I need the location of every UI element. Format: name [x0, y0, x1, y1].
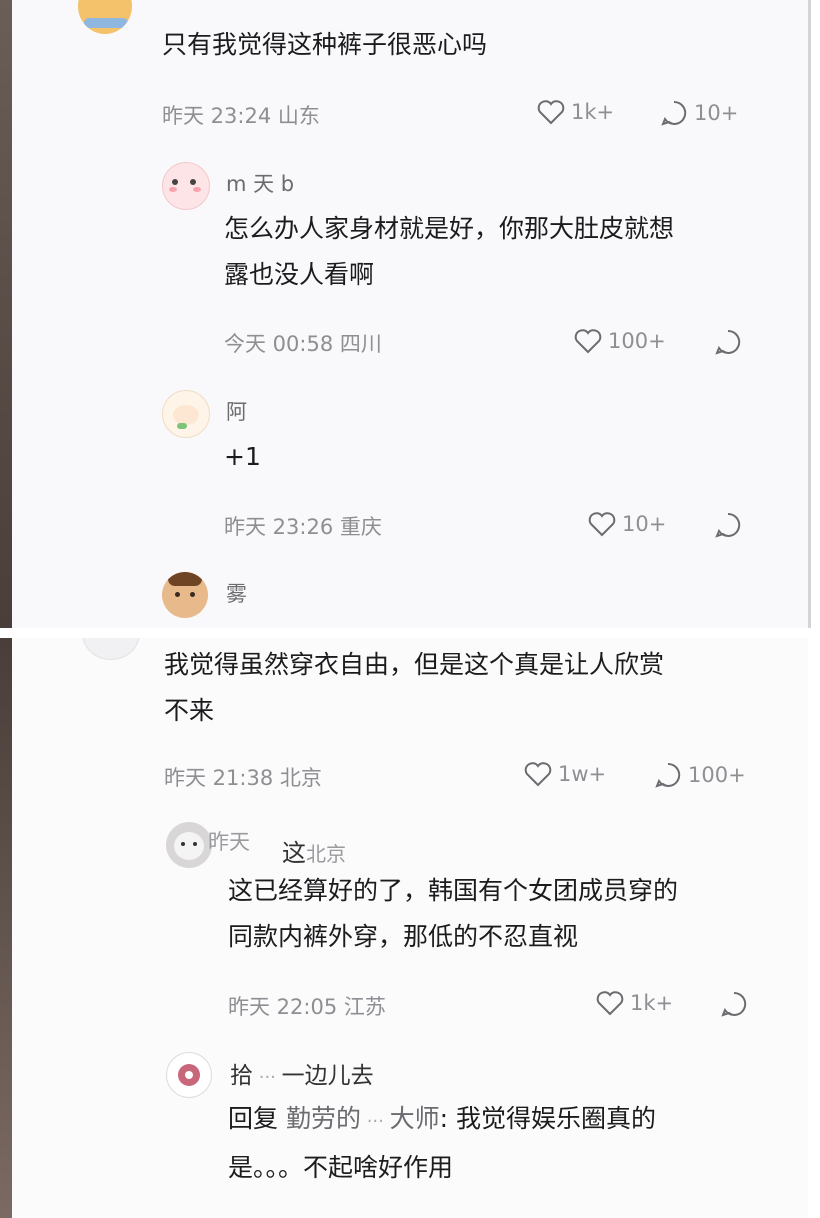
- like-button[interactable]: 10+: [588, 511, 666, 537]
- reply-text-line: 露也没人看啊: [224, 260, 375, 289]
- reply-text: 这已经算好的了，韩国有个女团成员穿的 同款内裤外穿，那低的不忍直视: [228, 868, 678, 960]
- comment-bubble-icon: [714, 511, 742, 539]
- comment-bubble-icon: [714, 328, 742, 356]
- reply-text-line: 怎么办人家身材就是好，你那大肚皮就想: [224, 214, 675, 243]
- reply-prefix: 回复: [228, 1104, 279, 1133]
- comment-bubble-icon: [660, 99, 688, 127]
- reply-text-line: 是。。。不起啥好作用: [228, 1153, 454, 1182]
- reply-username[interactable]: 阿: [226, 396, 247, 426]
- reply-to-user-rest[interactable]: 大师: [390, 1104, 440, 1133]
- commenter-avatar[interactable]: [78, 0, 132, 34]
- reply-username[interactable]: 昨天: [208, 826, 250, 856]
- reply-username[interactable]: 拾 ··· 一边儿去: [230, 1056, 374, 1090]
- like-count: 100+: [608, 329, 666, 353]
- heart-icon: [524, 761, 552, 787]
- reply-count: 10+: [694, 101, 739, 125]
- heart-icon: [537, 99, 565, 125]
- screenshot-divider: [0, 628, 820, 638]
- comment-meta: 昨天 23:24 山东: [162, 100, 320, 130]
- reply-location: 重庆: [339, 515, 382, 539]
- reply-username[interactable]: 这北京: [282, 833, 346, 868]
- heart-icon: [596, 990, 624, 1016]
- reply-text: 怎么办人家身材就是好，你那大肚皮就想 露也没人看啊: [224, 206, 674, 298]
- reply-username-rest: 一边儿去: [281, 1063, 374, 1089]
- comment-text: 我觉得虽然穿衣自由，但是这个真是让人欣赏 不来: [164, 642, 664, 734]
- reply-meta: 昨天 23:26 重庆: [224, 511, 382, 541]
- reply-button[interactable]: [720, 990, 748, 1018]
- like-button[interactable]: 1w+: [524, 761, 606, 787]
- like-count: 1k+: [571, 100, 615, 124]
- reply-username-text: 拾: [230, 1063, 253, 1089]
- comment-time: 昨天 21:38: [164, 766, 274, 790]
- reply-text-line: 这已经算好的了，韩国有个女团成员穿的: [228, 876, 679, 905]
- heart-icon: [588, 511, 616, 537]
- photo-edge: [0, 638, 12, 1218]
- like-count: 10+: [622, 512, 667, 536]
- comment-text-line: 不来: [164, 696, 215, 725]
- comment-location: 北京: [279, 766, 322, 790]
- commenter-avatar[interactable]: [82, 638, 140, 660]
- comment-thread-panel-1: 只有我觉得这种裤子很恶心吗 昨天 23:24 山东 1k+ 10+ m 天 b …: [12, 0, 811, 628]
- comment-meta: 昨天 21:38 北京: [164, 762, 322, 792]
- reply-location: 四川: [339, 332, 382, 356]
- comment-location: 山东: [277, 104, 320, 128]
- comment-time: 昨天 23:24: [162, 104, 272, 128]
- reply-username[interactable]: m 天 b: [226, 168, 294, 198]
- reply-avatar[interactable]: [166, 1052, 212, 1098]
- reply-username-text: 这: [282, 839, 306, 867]
- reply-count: 100+: [688, 763, 746, 787]
- comment-text-line: 我觉得虽然穿衣自由，但是这个真是让人欣赏: [164, 650, 665, 679]
- reply-text-line: 同款内裤外穿，那低的不忍直视: [228, 922, 579, 951]
- reply-to-user[interactable]: 勤劳的: [286, 1104, 361, 1133]
- like-count: 1k+: [630, 991, 674, 1015]
- reply-meta: 昨天 22:05 江苏: [228, 991, 386, 1021]
- reply-location: 江苏: [343, 995, 386, 1019]
- like-button[interactable]: 100+: [574, 328, 666, 354]
- reply-meta: 今天 00:58 四川: [224, 328, 382, 358]
- like-count: 1w+: [558, 762, 607, 786]
- like-button[interactable]: 1k+: [596, 990, 673, 1016]
- reply-button[interactable]: [714, 511, 742, 539]
- comment-bubble-icon: [720, 990, 748, 1018]
- reply-avatar[interactable]: [162, 572, 208, 618]
- reply-button[interactable]: 100+: [654, 761, 746, 789]
- reply-time: 今天 00:58: [224, 332, 334, 356]
- heart-icon: [574, 328, 602, 354]
- reply-username-overlay: 北京: [306, 842, 346, 866]
- reply-time: 昨天 23:26: [224, 515, 334, 539]
- like-button[interactable]: 1k+: [537, 99, 614, 125]
- comment-thread-panel-2: 我觉得虽然穿衣自由，但是这个真是让人欣赏 不来 昨天 21:38 北京 1w+ …: [12, 638, 808, 1218]
- comment-bubble-icon: [654, 761, 682, 789]
- reply-button[interactable]: [714, 328, 742, 356]
- photo-edge: [0, 0, 12, 628]
- reply-avatar[interactable]: [166, 822, 212, 868]
- reply-time: 昨天 22:05: [228, 995, 338, 1019]
- reply-text-rest: : 我觉得娱乐圈真的: [439, 1104, 656, 1133]
- reply-username[interactable]: 雾: [226, 578, 247, 608]
- reply-text: 回复 勤劳的 ··· 大师: 我觉得娱乐圈真的 是。。。不起啥好作用: [228, 1096, 656, 1191]
- reply-avatar[interactable]: [162, 390, 210, 438]
- reply-avatar[interactable]: [162, 162, 210, 210]
- comment-text: 只有我觉得这种裤子很恶心吗: [162, 30, 488, 59]
- reply-text: +1: [224, 442, 261, 471]
- reply-button[interactable]: 10+: [660, 99, 738, 127]
